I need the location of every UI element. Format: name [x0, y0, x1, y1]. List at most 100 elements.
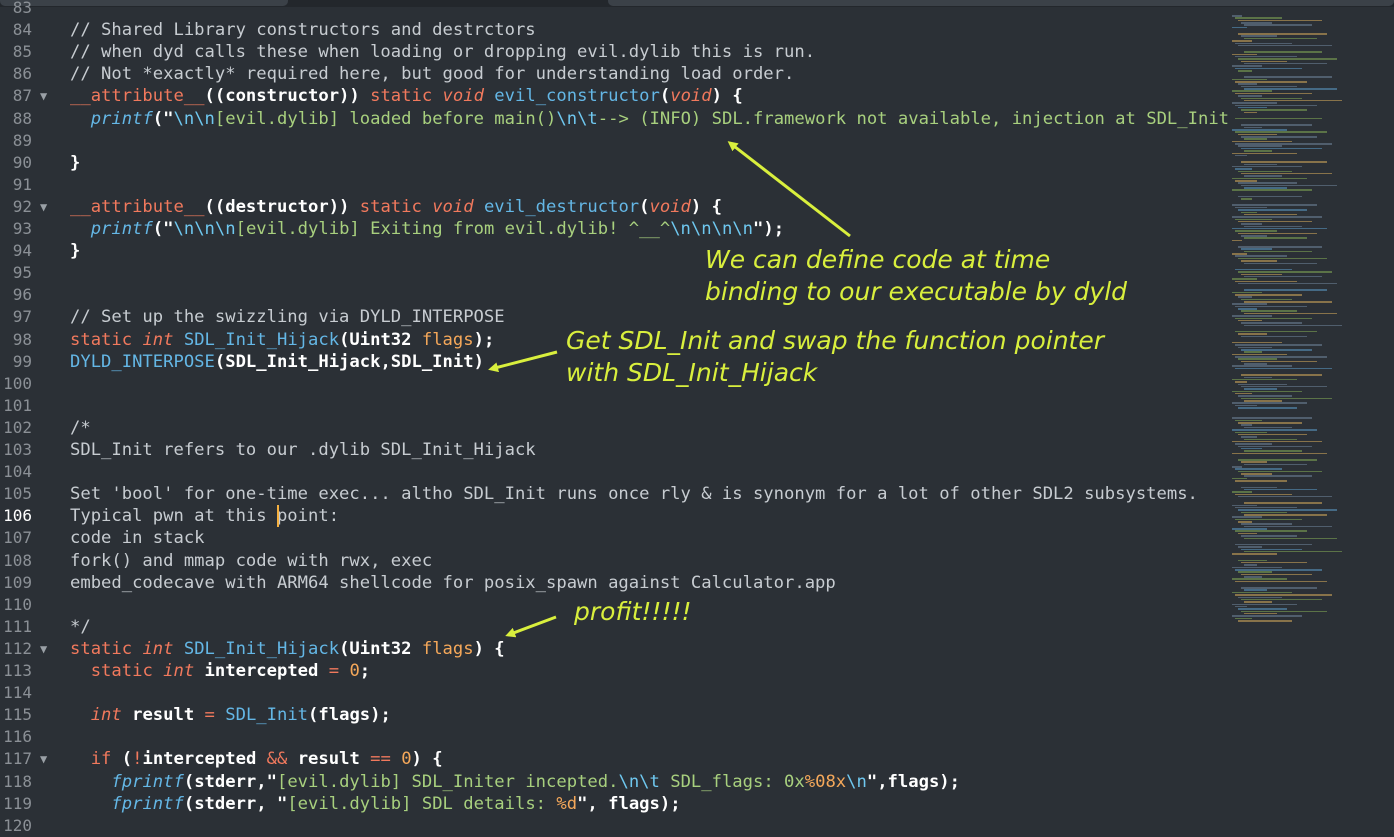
- code-line[interactable]: fprintf(stderr, "[evil.dylib] SDL detail…: [70, 793, 680, 815]
- annotation-swap-pointer-line2: with SDL_Init_Hijack: [566, 358, 818, 387]
- minimap-line: [1232, 516, 1262, 518]
- minimap-line: [1244, 150, 1272, 152]
- line-number: 98: [12, 329, 32, 349]
- code-token: 0: [401, 749, 412, 770]
- code-line[interactable]: // Set up the swizzling via DYLD_INTERPO…: [70, 306, 505, 328]
- minimap-line: [1241, 573, 1312, 576]
- code-line[interactable]: printf("\n\n[evil.dylib] loaded before m…: [70, 108, 1230, 130]
- code-line[interactable]: printf("\n\n\n[evil.dylib] Exiting from …: [70, 218, 784, 240]
- code-line[interactable]: Typical pwn at this point:: [70, 505, 339, 527]
- code-token: DYLD_INTERPOSE: [70, 351, 215, 372]
- minimap-line: [1241, 248, 1272, 250]
- code-line[interactable]: static int SDL_Init_Hijack(Uint32 flags)…: [70, 329, 494, 351]
- minimap[interactable]: [1232, 7, 1394, 826]
- minimap-line: [1241, 335, 1307, 338]
- code-line[interactable]: fprintf(stderr,"[evil.dylib] SDL_Initer …: [70, 771, 960, 793]
- code-line[interactable]: DYLD_INTERPOSE(SDL_Init_Hijack,SDL_Init): [70, 351, 484, 373]
- code-token: ");: [753, 219, 785, 239]
- minimap-line: [1235, 443, 1272, 445]
- line-number: 83: [12, 0, 32, 17]
- minimap-line: [1232, 177, 1307, 180]
- code-line[interactable]: Set 'bool' for one-time exec... altho SD…: [70, 483, 1198, 505]
- line-number: 104: [3, 462, 32, 482]
- line-number: 90: [12, 152, 32, 172]
- code-token: /*: [70, 417, 91, 438]
- code-line[interactable]: embed_codecave with ARM64 shellcode for …: [70, 572, 836, 594]
- minimap-line: [1241, 22, 1272, 24]
- code-line[interactable]: }: [70, 240, 80, 262]
- minimap-line: [1232, 466, 1242, 468]
- minimap-line: [1238, 546, 1262, 548]
- code-line[interactable]: fork() and mmap code with rwx, exec: [70, 550, 432, 572]
- tab-right[interactable]: [608, 0, 1394, 6]
- fold-arrow-icon[interactable]: ▼: [40, 638, 47, 660]
- code-line[interactable]: if (!intercepted && result == 0) {: [70, 748, 443, 770]
- minimap-line: [1238, 559, 1267, 562]
- minimap-line: [1235, 55, 1297, 58]
- code-token: ;: [359, 661, 371, 681]
- line-number: 100: [3, 373, 32, 393]
- minimap-line: [1232, 402, 1307, 404]
- fold-arrow-icon[interactable]: ▼: [40, 196, 47, 218]
- minimap-line: [1241, 548, 1302, 551]
- tab-left[interactable]: [0, 0, 288, 6]
- code-token: (SDL_Init_Hijack,SDL_Init): [214, 351, 484, 372]
- fold-arrow-icon[interactable]: ▼: [40, 85, 47, 107]
- fold-arrow-icon[interactable]: ▼: [40, 748, 47, 770]
- minimap-line: [1235, 92, 1312, 95]
- code-line[interactable]: static int SDL_Init_Hijack(Uint32 flags)…: [70, 638, 505, 660]
- code-token: \n\n\n: [173, 219, 236, 239]
- code-token: ) {: [473, 638, 505, 659]
- code-line[interactable]: code in stack: [70, 527, 205, 549]
- minimap-line: [1232, 615, 1302, 617]
- code-token: (stderr,": [183, 771, 277, 792]
- line-number: 102: [3, 417, 32, 437]
- code-line[interactable]: // Shared Library constructors and destr…: [70, 19, 536, 41]
- annotation-dyld-binding-line2: binding to our executable by dyld: [705, 277, 1128, 306]
- minimap-line: [1238, 209, 1307, 211]
- minimap-line: [1238, 257, 1327, 260]
- minimap-line: [1238, 296, 1252, 298]
- code-token: &&: [266, 749, 298, 770]
- line-number: 119: [3, 793, 32, 813]
- code-line[interactable]: int result = SDL_Init(flags);: [70, 704, 391, 726]
- minimap-line: [1244, 275, 1322, 278]
- code-token: (: [639, 196, 650, 217]
- code-token: SDL_Init: [225, 705, 309, 726]
- minimap-line: [1232, 477, 1247, 480]
- minimap-line: [1241, 385, 1327, 388]
- minimap-line: [1232, 528, 1267, 530]
- code-token: static: [70, 329, 143, 350]
- code-token: ((constructor)): [204, 86, 371, 107]
- code-editor[interactable]: // Shared Library constructors and destr…: [70, 7, 1230, 826]
- line-number: 92: [12, 196, 32, 216]
- minimap-line: [1238, 596, 1282, 598]
- minimap-line: [1238, 83, 1257, 85]
- code-line[interactable]: // Not *exactly* required here, but good…: [70, 63, 794, 85]
- line-number: 108: [3, 550, 32, 570]
- code-line[interactable]: __attribute__((constructor)) static void…: [70, 85, 743, 107]
- code-token: =: [204, 705, 226, 726]
- minimap-line: [1232, 227, 1327, 230]
- minimap-line: [1241, 35, 1277, 37]
- code-line[interactable]: }: [70, 152, 80, 174]
- code-token: }: [70, 241, 81, 262]
- minimap-line: [1235, 154, 1247, 157]
- code-line[interactable]: static int intercepted = 0;: [70, 660, 370, 682]
- code-line[interactable]: // when dyd calls these when loading or …: [70, 41, 815, 63]
- code-token: ==: [370, 749, 402, 770]
- code-line[interactable]: __attribute__((destructor)) static void …: [70, 196, 722, 218]
- minimap-line: [1238, 19, 1322, 22]
- minimap-line: [1241, 424, 1252, 426]
- code-line[interactable]: */: [70, 616, 91, 638]
- code-token: );: [473, 329, 495, 350]
- code-token: Set 'bool' for one-time exec... altho SD…: [70, 484, 1198, 505]
- minimap-line: [1241, 587, 1317, 589]
- minimap-line: [1244, 324, 1342, 327]
- minimap-line: [1232, 591, 1292, 594]
- code-line[interactable]: /*: [70, 417, 91, 439]
- minimap-line: [1232, 53, 1257, 56]
- code-line[interactable]: SDL_Init refers to our .dylib SDL_Init_H…: [70, 439, 536, 461]
- code-token: ) {: [411, 749, 443, 770]
